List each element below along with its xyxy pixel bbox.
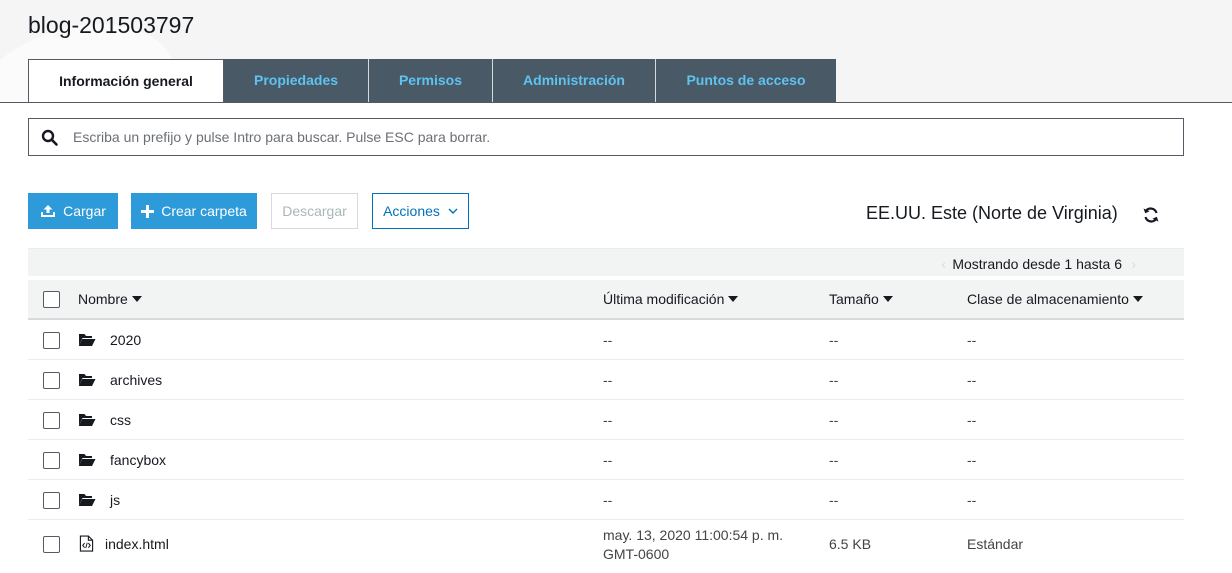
search-icon [41, 129, 58, 146]
tab-bar: Información general Propiedades Permisos… [28, 59, 836, 102]
table-row[interactable]: archives -- -- -- [28, 360, 1184, 400]
row-modified: -- [603, 412, 613, 428]
table-header: Nombre Última modificación Tamaño Clase … [28, 280, 1184, 320]
table-row[interactable]: css -- -- -- [28, 400, 1184, 440]
column-header-modified[interactable]: Última modificación [603, 291, 739, 307]
column-modified-label: Última modificación [603, 291, 725, 307]
pager-prev-icon[interactable]: ‹ [941, 256, 946, 272]
column-size-label: Tamaño [829, 291, 879, 307]
actions-dropdown[interactable]: Acciones [372, 193, 469, 229]
tab-overview[interactable]: Información general [28, 59, 224, 102]
search-input[interactable] [73, 125, 1173, 149]
row-modified: may. 13, 2020 11:00:54 p. m. GMT-0600 [603, 526, 803, 564]
row-checkbox[interactable] [43, 372, 60, 389]
plus-icon [141, 204, 155, 218]
upload-label: Cargar [63, 203, 106, 219]
row-storage-class: -- [967, 492, 977, 508]
upload-icon [41, 205, 56, 217]
row-name[interactable]: index.html [105, 536, 169, 552]
row-size: -- [829, 412, 839, 428]
download-button[interactable]: Descargar [271, 193, 358, 229]
row-storage-class: -- [967, 332, 977, 348]
row-checkbox[interactable] [43, 536, 60, 553]
download-label: Descargar [282, 203, 347, 219]
sort-caret-icon [728, 296, 739, 302]
row-modified: -- [603, 372, 613, 388]
sort-caret-icon [882, 296, 893, 302]
sort-caret-icon [131, 296, 142, 302]
column-header-storage-class[interactable]: Clase de almacenamiento [967, 291, 1143, 307]
column-header-size[interactable]: Tamaño [829, 291, 893, 307]
folder-icon [78, 334, 96, 346]
row-size: -- [829, 492, 839, 508]
pagination-text: Mostrando desde 1 hasta 6 [952, 256, 1122, 272]
sort-caret-icon [1132, 296, 1143, 302]
row-modified: -- [603, 452, 613, 468]
header-area: blog-201503797 Información general Propi… [0, 0, 1232, 103]
actions-label: Acciones [383, 203, 440, 219]
search-bar [28, 118, 1184, 156]
column-header-name[interactable]: Nombre [78, 291, 142, 307]
row-name[interactable]: archives [110, 372, 162, 388]
row-storage-class: -- [967, 412, 977, 428]
tab-access-points[interactable]: Puntos de acceso [656, 59, 836, 102]
row-checkbox[interactable] [43, 492, 60, 509]
create-folder-button[interactable]: Crear carpeta [131, 193, 257, 229]
pager-next-icon[interactable]: › [1131, 256, 1136, 272]
folder-icon [78, 374, 96, 386]
table-row[interactable]: js -- -- -- [28, 480, 1184, 520]
row-size: -- [829, 372, 839, 388]
row-name[interactable]: fancybox [110, 452, 166, 468]
row-storage-class: Estándar [967, 536, 1024, 552]
table-row[interactable]: 2020 -- -- -- [28, 320, 1184, 360]
row-size: -- [829, 452, 839, 468]
row-size: 6.5 KB [829, 536, 872, 552]
refresh-icon[interactable] [1142, 206, 1160, 224]
table-row[interactable]: fancybox -- -- -- [28, 440, 1184, 480]
row-name[interactable]: css [110, 412, 131, 428]
html-file-icon [79, 535, 94, 552]
tab-properties[interactable]: Propiedades [224, 59, 369, 102]
row-storage-class: -- [967, 372, 977, 388]
region-label: EE.UU. Este (Norte de Virginia) [866, 203, 1118, 223]
folder-icon [78, 494, 96, 506]
row-checkbox[interactable] [43, 332, 60, 349]
tab-permissions[interactable]: Permisos [369, 59, 493, 102]
row-modified: -- [603, 332, 613, 348]
column-name-label: Nombre [78, 291, 128, 307]
row-name[interactable]: 2020 [110, 332, 141, 348]
select-all-checkbox[interactable] [43, 291, 60, 308]
row-modified-date: may. 13, 2020 11:00:54 p. m. [603, 527, 784, 543]
create-folder-label: Crear carpeta [161, 203, 247, 219]
page-title: blog-201503797 [28, 12, 195, 38]
row-modified-timezone: GMT-0600 [603, 546, 670, 562]
table-row[interactable]: index.html may. 13, 2020 11:00:54 p. m. … [28, 520, 1184, 568]
tab-management[interactable]: Administración [493, 59, 656, 102]
upload-button[interactable]: Cargar [28, 193, 118, 229]
column-storage-label: Clase de almacenamiento [967, 291, 1129, 307]
row-modified: -- [603, 492, 613, 508]
row-checkbox[interactable] [43, 452, 60, 469]
row-name[interactable]: js [110, 492, 120, 508]
chevron-down-icon [448, 208, 458, 214]
folder-icon [78, 414, 96, 426]
pagination-bar: ‹ Mostrando desde 1 hasta 6 › [28, 248, 1184, 276]
folder-icon [78, 454, 96, 466]
row-checkbox[interactable] [43, 412, 60, 429]
row-size: -- [829, 332, 839, 348]
row-storage-class: -- [967, 452, 977, 468]
